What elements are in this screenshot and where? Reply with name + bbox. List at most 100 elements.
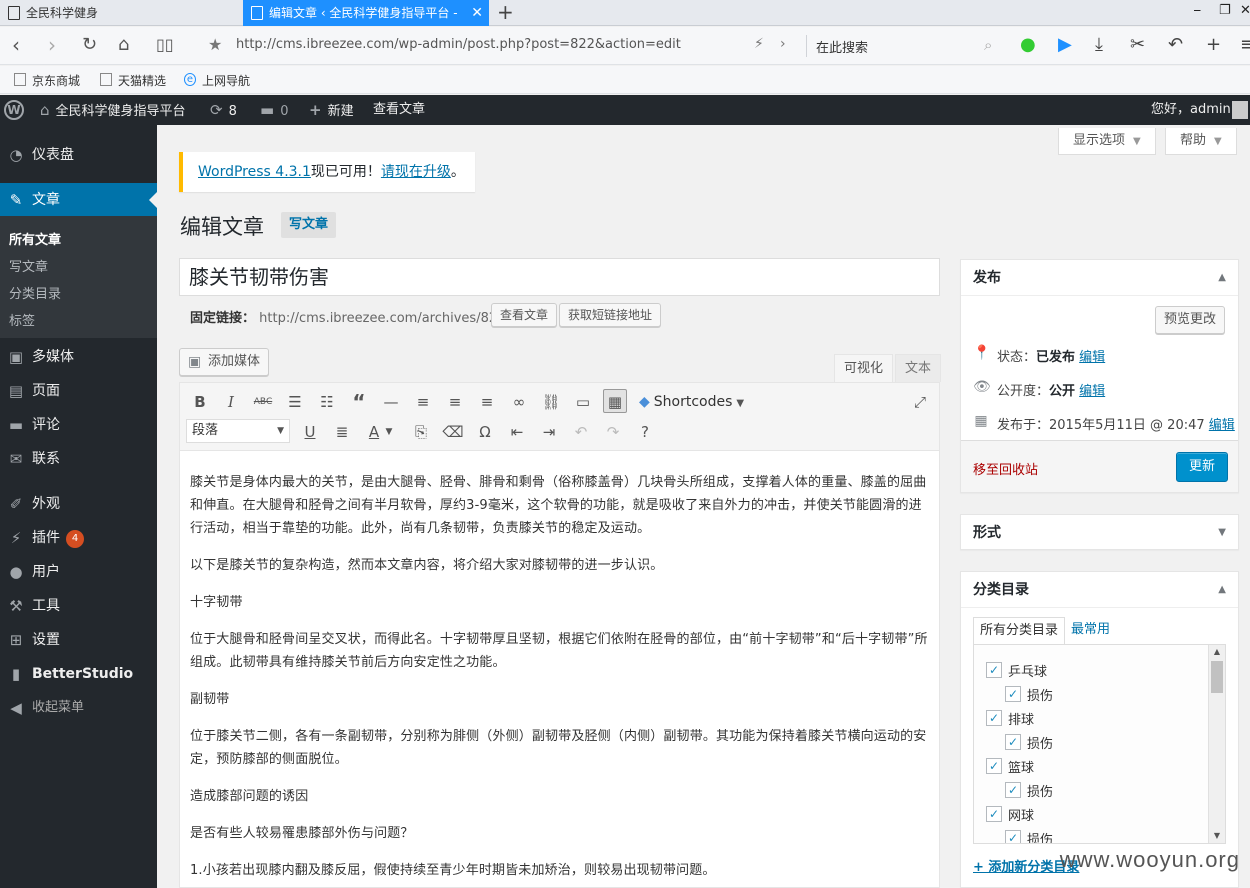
- numbered-list-icon[interactable]: ☷: [315, 390, 339, 414]
- caret-down-icon[interactable]: ▼: [383, 420, 395, 444]
- category-item[interactable]: ✓ 篮球: [986, 757, 1034, 776]
- help-button[interactable]: 帮助 ▼: [1165, 128, 1237, 155]
- bookmark-nav[interactable]: e 上网导航: [184, 72, 250, 89]
- category-item[interactable]: ✓ 乒乓球: [986, 661, 1047, 680]
- checkbox-checked[interactable]: ✓: [986, 662, 1002, 678]
- fullscreen-icon[interactable]: ⤢: [908, 390, 932, 414]
- menu-dashboard[interactable]: ◔ 仪表盘: [0, 138, 157, 172]
- new-tab-button[interactable]: +: [497, 0, 514, 24]
- submenu-all-posts[interactable]: 所有文章: [9, 229, 61, 248]
- view-post-button[interactable]: 查看文章: [491, 303, 558, 327]
- category-scrollbar[interactable]: ▲ ▼: [1208, 645, 1225, 843]
- menu-tools[interactable]: ⚒ 工具: [0, 589, 157, 623]
- menu-posts[interactable]: ✎ 文章: [0, 183, 157, 217]
- category-item[interactable]: ✓ 损伤: [1005, 781, 1053, 800]
- address-bar[interactable]: http://cms.ibreezee.com/wp-admin/post.ph…: [236, 37, 681, 52]
- redo-icon[interactable]: ↷: [601, 420, 625, 444]
- submenu-tags[interactable]: 标签: [9, 310, 35, 329]
- read-more-icon[interactable]: ▭: [571, 390, 595, 414]
- bookmark-jd[interactable]: 京东商城: [14, 72, 80, 89]
- category-item[interactable]: ✓ 损伤: [1005, 829, 1053, 843]
- horizontal-line-icon[interactable]: —: [379, 390, 403, 414]
- menu-plugins[interactable]: ⚡ 插件 4: [0, 521, 157, 555]
- checkbox-checked[interactable]: ✓: [1005, 830, 1021, 843]
- category-item[interactable]: ✓ 损伤: [1005, 685, 1053, 704]
- tab-all-categories[interactable]: 所有分类目录: [973, 617, 1066, 645]
- category-item[interactable]: ✓ 网球: [986, 805, 1034, 824]
- blockquote-icon[interactable]: “: [347, 390, 371, 414]
- search-input[interactable]: 在此搜索: [816, 37, 868, 56]
- close-tab-icon[interactable]: ✕: [471, 0, 483, 26]
- close-window-icon[interactable]: ✕: [1240, 3, 1250, 18]
- underline-icon[interactable]: U: [298, 420, 322, 444]
- menu-media[interactable]: ▣ 多媒体: [0, 340, 157, 374]
- outdent-icon[interactable]: ⇤: [505, 420, 529, 444]
- help-icon[interactable]: ?: [633, 420, 657, 444]
- undo-icon[interactable]: ↶: [1168, 34, 1183, 56]
- add-media-button[interactable]: ▣ 添加媒体: [179, 348, 270, 376]
- bookmark-tmall[interactable]: 天猫精选: [100, 72, 166, 89]
- menu-icon[interactable]: ≡: [1240, 34, 1250, 56]
- lightning-icon[interactable]: ⚡: [754, 36, 764, 52]
- toolbar-toggle-icon[interactable]: ▦: [603, 389, 627, 413]
- clear-formatting-icon[interactable]: ⌫: [441, 420, 465, 444]
- home-icon[interactable]: ⌂: [118, 33, 129, 57]
- comments-link[interactable]: ▬ 0: [260, 95, 288, 125]
- cut-icon[interactable]: ✂: [1130, 34, 1145, 56]
- screen-options-button[interactable]: 显示选项 ▼: [1058, 128, 1156, 155]
- menu-settings[interactable]: ⊞ 设置: [0, 623, 157, 657]
- format-select[interactable]: 段落 ▼: [186, 419, 290, 443]
- account-link[interactable]: 您好，admin: [1151, 95, 1231, 125]
- tab-popular-categories[interactable]: 最常用: [1065, 617, 1116, 645]
- chevron-right-icon[interactable]: ›: [780, 36, 786, 52]
- edit-status-link[interactable]: 编辑: [1079, 350, 1105, 365]
- scroll-up-icon[interactable]: ▲: [1209, 647, 1225, 656]
- updates-link[interactable]: ⟳ 8: [210, 95, 237, 125]
- publish-box-header[interactable]: 发布 ▲: [961, 260, 1238, 296]
- category-item[interactable]: ✓ 损伤: [1005, 733, 1053, 752]
- browser-tab-1[interactable]: 全民科学健身: [0, 0, 242, 26]
- update-button[interactable]: 更新: [1175, 452, 1228, 482]
- checkbox-checked[interactable]: ✓: [986, 710, 1002, 726]
- categories-box-header[interactable]: 分类目录 ▲: [961, 572, 1238, 608]
- unlink-icon[interactable]: ⛓: [539, 390, 563, 414]
- menu-pages[interactable]: ▤ 页面: [0, 374, 157, 408]
- wechat-icon[interactable]: ●: [1020, 34, 1036, 56]
- play-icon[interactable]: ▶: [1058, 34, 1072, 56]
- expand-arrow-icon[interactable]: ▼: [1218, 515, 1226, 551]
- add-icon[interactable]: +: [1206, 34, 1221, 56]
- wordpress-version-link[interactable]: WordPress 4.3.1: [198, 164, 311, 180]
- checkbox-checked[interactable]: ✓: [986, 806, 1002, 822]
- align-center-icon[interactable]: ≡: [443, 390, 467, 414]
- checkbox-checked[interactable]: ✓: [1005, 782, 1021, 798]
- tab-text[interactable]: 文本: [895, 354, 942, 382]
- checkbox-checked[interactable]: ✓: [1005, 734, 1021, 750]
- scroll-down-icon[interactable]: ▼: [1209, 831, 1225, 840]
- post-title-input[interactable]: 膝关节韧带伤害: [179, 258, 940, 296]
- star-icon[interactable]: ★: [208, 35, 222, 54]
- special-character-icon[interactable]: Ω: [473, 420, 497, 444]
- view-post-link[interactable]: 查看文章: [373, 95, 425, 125]
- submenu-categories[interactable]: 分类目录: [9, 283, 61, 302]
- link-icon[interactable]: ∞: [507, 390, 531, 414]
- browser-tab-active[interactable]: 编辑文章 ‹ 全民科学健身指导平台 - ✕: [243, 0, 489, 26]
- editor-content[interactable]: 膝关节是身体内最大的关节，是由大腿骨、胫骨、腓骨和剩骨（俗称膝盖骨）几块骨头所组…: [190, 471, 930, 888]
- bold-icon[interactable]: B: [188, 390, 212, 414]
- menu-betterstudio[interactable]: ▮ BetterStudio: [0, 657, 157, 691]
- download-icon[interactable]: ⤓: [1095, 34, 1103, 56]
- edit-date-link[interactable]: 编辑: [1209, 418, 1235, 433]
- align-right-icon[interactable]: ≡: [475, 390, 499, 414]
- checkbox-checked[interactable]: ✓: [1005, 686, 1021, 702]
- new-content-link[interactable]: + 新建: [309, 95, 354, 125]
- preview-changes-button[interactable]: 预览更改: [1155, 306, 1226, 334]
- category-item[interactable]: ✓ 排球: [986, 709, 1034, 728]
- collapse-arrow-icon[interactable]: ▲: [1218, 260, 1226, 296]
- avatar[interactable]: [1232, 101, 1248, 119]
- forward-icon[interactable]: ›: [48, 33, 56, 57]
- reload-icon[interactable]: ↻: [82, 33, 97, 57]
- strikethrough-icon[interactable]: ABC: [251, 390, 275, 414]
- menu-users[interactable]: ● 用户: [0, 555, 157, 589]
- back-icon[interactable]: ‹: [12, 33, 20, 57]
- maximize-icon[interactable]: ❐: [1219, 3, 1231, 18]
- menu-collapse[interactable]: ◀ 收起菜单: [0, 691, 157, 725]
